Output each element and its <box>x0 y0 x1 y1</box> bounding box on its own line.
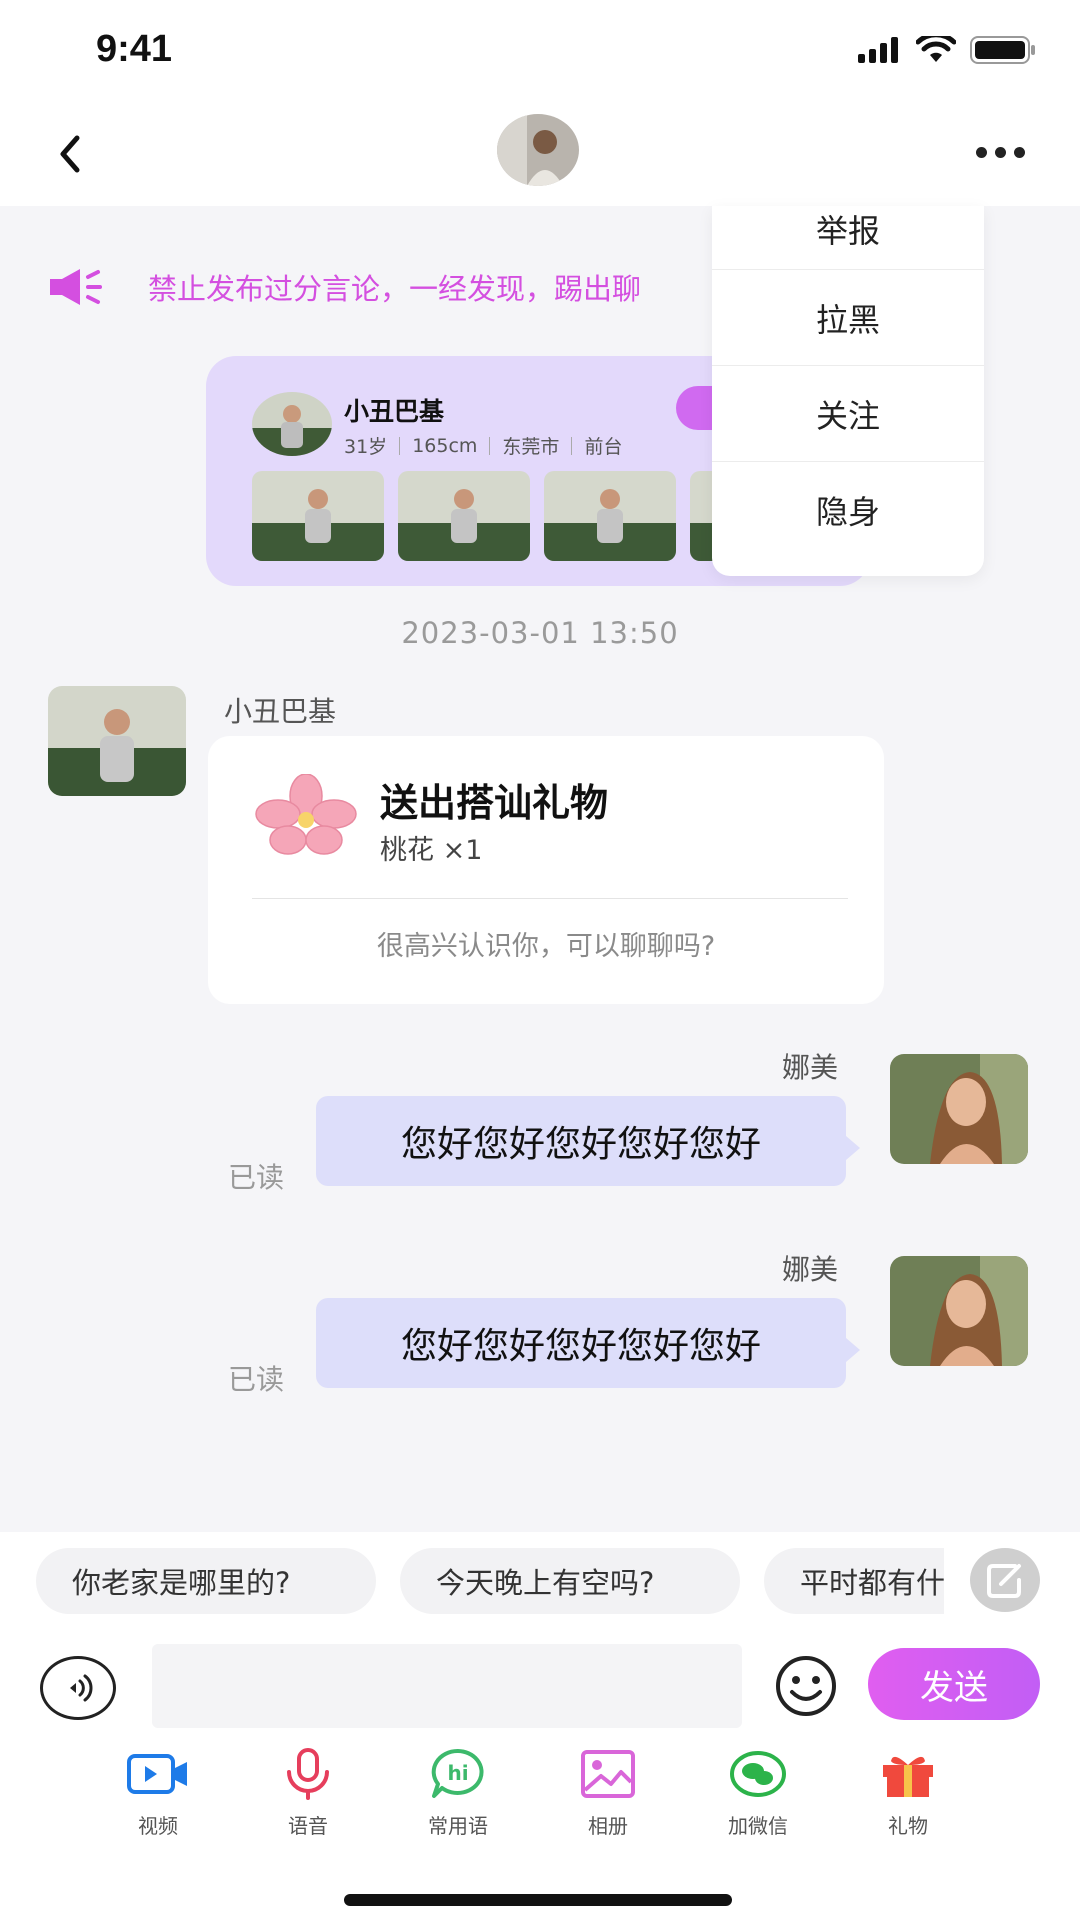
signal-icon <box>858 37 898 63</box>
tool-label: 加微信 <box>728 1814 788 1838</box>
tool-phrases[interactable]: hi 常用语 <box>398 1748 518 1839</box>
menu-item-block[interactable]: 拉黑 <box>712 270 984 366</box>
profile-photo[interactable] <box>252 471 384 561</box>
battery-icon <box>970 36 1035 64</box>
sender-avatar[interactable] <box>48 686 186 796</box>
message-timestamp: 2023-03-01 13:50 <box>401 616 679 650</box>
notice-bar: 禁止发布过分言论，一经发现，踢出聊 <box>48 266 641 308</box>
edit-icon <box>987 1564 1021 1598</box>
svg-text:hi: hi <box>447 1761 468 1785</box>
gift-title: 送出搭讪礼物 <box>380 781 609 825</box>
tool-label: 礼物 <box>888 1814 928 1838</box>
peach-blossom-icon <box>255 774 357 855</box>
more-dot <box>1013 146 1025 158</box>
nav-bar <box>0 100 1080 206</box>
voice-input-button[interactable] <box>40 1656 116 1720</box>
gift-name: 桃花 ×1 <box>380 835 483 866</box>
status-time: 9:41 <box>96 28 173 70</box>
info-divider <box>489 436 491 455</box>
avatar[interactable] <box>497 114 579 186</box>
options-menu: 举报 拉黑 关注 隐身 <box>712 206 984 576</box>
album-icon <box>581 1750 635 1798</box>
status-icons <box>858 36 1036 64</box>
voice-wave-icon <box>70 1674 93 1702</box>
status-bar: 9:41 <box>0 0 1080 100</box>
tool-wechat[interactable]: 加微信 <box>698 1748 818 1839</box>
profile-height: 165cm <box>412 434 478 457</box>
tool-label: 常用语 <box>428 1814 488 1838</box>
more-dot <box>975 146 987 158</box>
video-icon <box>127 1754 187 1794</box>
my-avatar[interactable] <box>890 1054 1028 1164</box>
quick-reply-chip[interactable]: 今天晚上有空吗? <box>400 1548 740 1614</box>
my-name: 娜美 <box>782 1051 839 1084</box>
chat-area[interactable]: 禁止发布过分言论，一经发现，踢出聊 小丑巴基 31岁 165cm 东莞市 前台 <box>0 206 1080 1532</box>
hi-bubble-icon: hi <box>431 1748 484 1798</box>
tool-bar: 视频 语音 hi 常用语 相册 加微信 礼物 <box>0 1748 1080 1848</box>
profile-photo[interactable] <box>544 471 676 561</box>
profile-age: 31岁 <box>344 436 388 458</box>
menu-item-report[interactable]: 举报 <box>712 206 984 270</box>
microphone-icon <box>287 1748 329 1800</box>
input-row: 发送 <box>0 1644 1080 1736</box>
home-indicator[interactable] <box>344 1894 732 1906</box>
tool-label: 语音 <box>288 1814 328 1838</box>
tool-album[interactable]: 相册 <box>548 1748 668 1839</box>
wifi-icon <box>916 36 956 62</box>
back-button[interactable] <box>44 128 96 180</box>
info-divider <box>571 436 573 455</box>
tool-label: 相册 <box>588 1814 628 1838</box>
wechat-icon <box>730 1751 786 1797</box>
message-bubble[interactable]: 您好您好您好您好您好 <box>316 1298 860 1388</box>
tool-voice[interactable]: 语音 <box>248 1748 368 1839</box>
gift-icon <box>883 1756 933 1797</box>
bottom-panel: 你老家是哪里的? 今天晚上有空吗? 平时都有什么爱好 发送 <box>0 1532 1080 1920</box>
edit-quick-replies-button[interactable] <box>970 1548 1040 1612</box>
my-name: 娜美 <box>782 1253 839 1286</box>
divider <box>252 898 848 899</box>
menu-item-follow[interactable]: 关注 <box>712 366 984 462</box>
more-options-button[interactable] <box>970 132 1030 172</box>
tool-video[interactable]: 视频 <box>98 1748 218 1839</box>
megaphone-icon <box>50 269 102 305</box>
read-status: 已读 <box>228 1161 285 1194</box>
menu-item-invisible[interactable]: 隐身 <box>712 462 984 558</box>
tool-label: 视频 <box>138 1814 178 1838</box>
profile-avatar[interactable] <box>252 392 332 456</box>
quick-replies: 你老家是哪里的? 今天晚上有空吗? 平时都有什么爱好 <box>0 1532 1080 1632</box>
emoji-icon[interactable] <box>774 1654 838 1718</box>
quick-reply-chip[interactable]: 你老家是哪里的? <box>36 1548 376 1614</box>
send-button[interactable]: 发送 <box>868 1648 1040 1720</box>
tool-gift[interactable]: 礼物 <box>848 1748 968 1839</box>
profile-job: 前台 <box>584 436 623 458</box>
gift-greeting: 很高兴认识你，可以聊聊吗? <box>376 931 716 962</box>
notice-text: 禁止发布过分言论，一经发现，踢出聊 <box>148 272 642 306</box>
read-status: 已读 <box>228 1363 285 1396</box>
more-dot <box>994 146 1006 158</box>
info-divider <box>399 436 401 455</box>
profile-city: 东莞市 <box>502 436 560 458</box>
chevron-left-icon <box>60 135 80 173</box>
gift-card[interactable]: 送出搭讪礼物 桃花 ×1 很高兴认识你，可以聊聊吗? <box>208 736 884 1004</box>
message-input[interactable] <box>152 1644 742 1728</box>
quick-reply-chip[interactable]: 平时都有什么爱好 <box>764 1548 944 1614</box>
message-bubble[interactable]: 您好您好您好您好您好 <box>316 1096 860 1186</box>
my-avatar[interactable] <box>890 1256 1028 1366</box>
profile-info: 31岁 165cm 东莞市 前台 <box>344 432 622 459</box>
profile-photo[interactable] <box>398 471 530 561</box>
profile-name: 小丑巴基 <box>344 397 445 426</box>
sender-name: 小丑巴基 <box>224 695 337 728</box>
